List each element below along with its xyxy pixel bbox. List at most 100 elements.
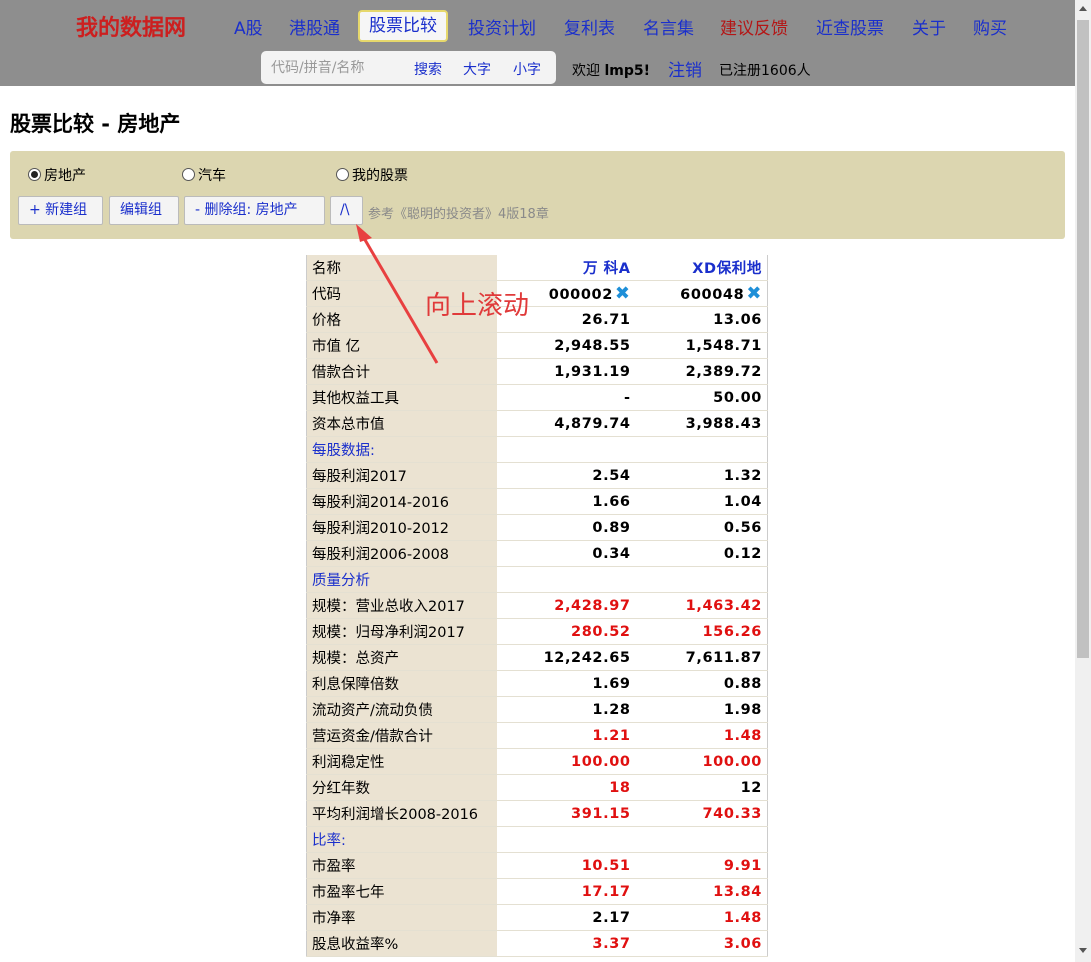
- nav-about[interactable]: 关于: [912, 14, 946, 46]
- value-cell: 0.56: [635, 514, 768, 541]
- value-cell: 1.48: [635, 904, 768, 931]
- main-content: 股票比较 - 房地产 房地产 汽车 我的股票 + 新建组 编辑组 - 删除组: …: [0, 86, 1075, 962]
- value-cell: 4,879.74: [497, 410, 636, 437]
- value-cell: 0.88: [635, 670, 768, 697]
- nav-compound-table[interactable]: 复利表: [564, 14, 615, 46]
- row-label: 每股利润2006-2008: [306, 540, 497, 567]
- table-row: 每股利润2006-2008 0.34 0.12: [306, 540, 768, 567]
- nav-investment-plan[interactable]: 投资计划: [468, 14, 536, 46]
- value-cell: 2.17: [497, 904, 636, 931]
- empty-cell: [635, 826, 768, 853]
- row-label: 规模：归母净利润2017: [306, 618, 497, 645]
- table-row: 价格 26.71 13.06: [306, 306, 768, 333]
- logout-link[interactable]: 注销: [668, 56, 702, 81]
- table-row: 利润稳定性 100.00 100.00: [306, 748, 768, 775]
- value-cell: 1.98: [635, 696, 768, 723]
- table-row: 规模：营业总收入2017 2,428.97 1,463.42: [306, 592, 768, 619]
- stock-name-header[interactable]: XD保利地: [635, 255, 768, 281]
- empty-cell: [635, 436, 768, 463]
- vertical-scrollbar[interactable]: [1075, 0, 1091, 962]
- nav-stock-compare[interactable]: 股票比较: [358, 10, 448, 42]
- row-label: 市值 亿: [306, 332, 497, 359]
- value-cell: 100.00: [497, 748, 636, 775]
- site-logo[interactable]: 我的数据网: [76, 10, 186, 42]
- table-row: 市值 亿 2,948.55 1,548.71: [306, 332, 768, 359]
- section-header-row: 比率:: [306, 826, 768, 853]
- site-header: 我的数据网 A股 港股通 股票比较 投资计划 复利表 名言集 建议反馈 近查股票…: [0, 0, 1091, 86]
- group-radio-my-stocks[interactable]: 我的股票: [336, 165, 408, 185]
- row-label: 每股利润2014-2016: [306, 488, 497, 515]
- annotation-text: 向上滚动: [425, 291, 530, 321]
- value-cell: 740.33: [635, 800, 768, 827]
- table-row: 分红年数 18 12: [306, 774, 768, 801]
- table-row: 其他权益工具 -50.00: [306, 384, 768, 411]
- delete-group-button[interactable]: - 删除组: 房地产: [184, 196, 325, 225]
- large-font-button[interactable]: 大字: [463, 59, 491, 79]
- value-cell: 1.04: [635, 488, 768, 515]
- group-label: 汽车: [198, 168, 226, 184]
- section-header-row: 每股数据:: [306, 436, 768, 463]
- value-cell: 1.21: [497, 722, 636, 749]
- nav-a-shares[interactable]: A股: [234, 14, 263, 46]
- nav-quotes[interactable]: 名言集: [643, 14, 694, 46]
- value-cell: 18: [497, 774, 636, 801]
- edit-group-button[interactable]: 编辑组: [109, 196, 179, 225]
- empty-cell: [497, 436, 636, 463]
- search-bar: 搜索 大字 小字: [261, 51, 556, 84]
- row-label: 平均利润增长2008-2016: [306, 800, 497, 827]
- value-cell: 2,389.72: [635, 358, 768, 385]
- row-label: 利息保障倍数: [306, 670, 497, 697]
- table-row: 市盈率七年 17.17 13.84: [306, 878, 768, 905]
- remove-stock-icon[interactable]: ✖: [615, 283, 631, 304]
- row-label: 规模：总资产: [306, 644, 497, 671]
- row-label: 分红年数: [306, 774, 497, 801]
- stock-code: 000002: [548, 287, 613, 303]
- row-label: 市盈率七年: [306, 878, 497, 905]
- value-cell: 10.51: [497, 852, 636, 879]
- scroll-down-arrow-icon[interactable]: [1079, 948, 1087, 953]
- row-label: 营运资金/借款合计: [306, 722, 497, 749]
- small-font-button[interactable]: 小字: [513, 59, 541, 79]
- row-label: 利润稳定性: [306, 748, 497, 775]
- row-label: 市净率: [306, 904, 497, 931]
- group-label: 我的股票: [352, 168, 408, 184]
- nav-buy[interactable]: 购买: [973, 14, 1007, 46]
- empty-cell: [497, 826, 636, 853]
- scroll-up-button[interactable]: /\: [330, 196, 363, 225]
- search-input[interactable]: [269, 57, 403, 79]
- value-cell: 3.06: [635, 930, 768, 957]
- row-label: 市盈率: [306, 852, 497, 879]
- radio-icon: [336, 168, 349, 181]
- row-label: 每股利润2017: [306, 462, 497, 489]
- value-cell: 0.12: [635, 540, 768, 567]
- value-cell: 391.15: [497, 800, 636, 827]
- scroll-thumb[interactable]: [1077, 20, 1089, 658]
- value-cell: 13.06: [635, 306, 768, 333]
- nav-hk-connect[interactable]: 港股通: [289, 14, 340, 46]
- value-cell: 12: [635, 774, 768, 801]
- remove-stock-icon[interactable]: ✖: [746, 283, 762, 304]
- table-row: 代码 000002 ✖ 600048 ✖: [306, 280, 768, 307]
- value-cell: 1.28: [497, 696, 636, 723]
- section-header-row: 质量分析: [306, 566, 768, 593]
- value-cell: 13.84: [635, 878, 768, 905]
- stock-name-header[interactable]: 万 科A: [497, 255, 636, 281]
- row-label: 流动资产/流动负债: [306, 696, 497, 723]
- row-label: 借款合计: [306, 358, 497, 385]
- search-button[interactable]: 搜索: [414, 59, 442, 79]
- table-row: 规模：归母净利润2017 280.52 156.26: [306, 618, 768, 645]
- nav-feedback[interactable]: 建议反馈: [720, 14, 788, 46]
- value-cell: 0.34: [497, 540, 636, 567]
- group-radio-real-estate[interactable]: 房地产: [28, 165, 86, 185]
- value-cell: 1,931.19: [497, 358, 636, 385]
- new-group-button[interactable]: + 新建组: [18, 196, 103, 225]
- value-cell: 17.17: [497, 878, 636, 905]
- row-label: 其他权益工具: [306, 384, 497, 411]
- value-cell: 3,988.43: [635, 410, 768, 437]
- group-radio-auto[interactable]: 汽车: [182, 165, 226, 185]
- scroll-up-arrow-icon[interactable]: [1079, 6, 1087, 11]
- value-cell: -: [497, 384, 636, 411]
- value-cell: 12,242.65: [497, 644, 636, 671]
- nav-recent-stocks[interactable]: 近查股票: [816, 14, 884, 46]
- value-cell: 1,463.42: [635, 592, 768, 619]
